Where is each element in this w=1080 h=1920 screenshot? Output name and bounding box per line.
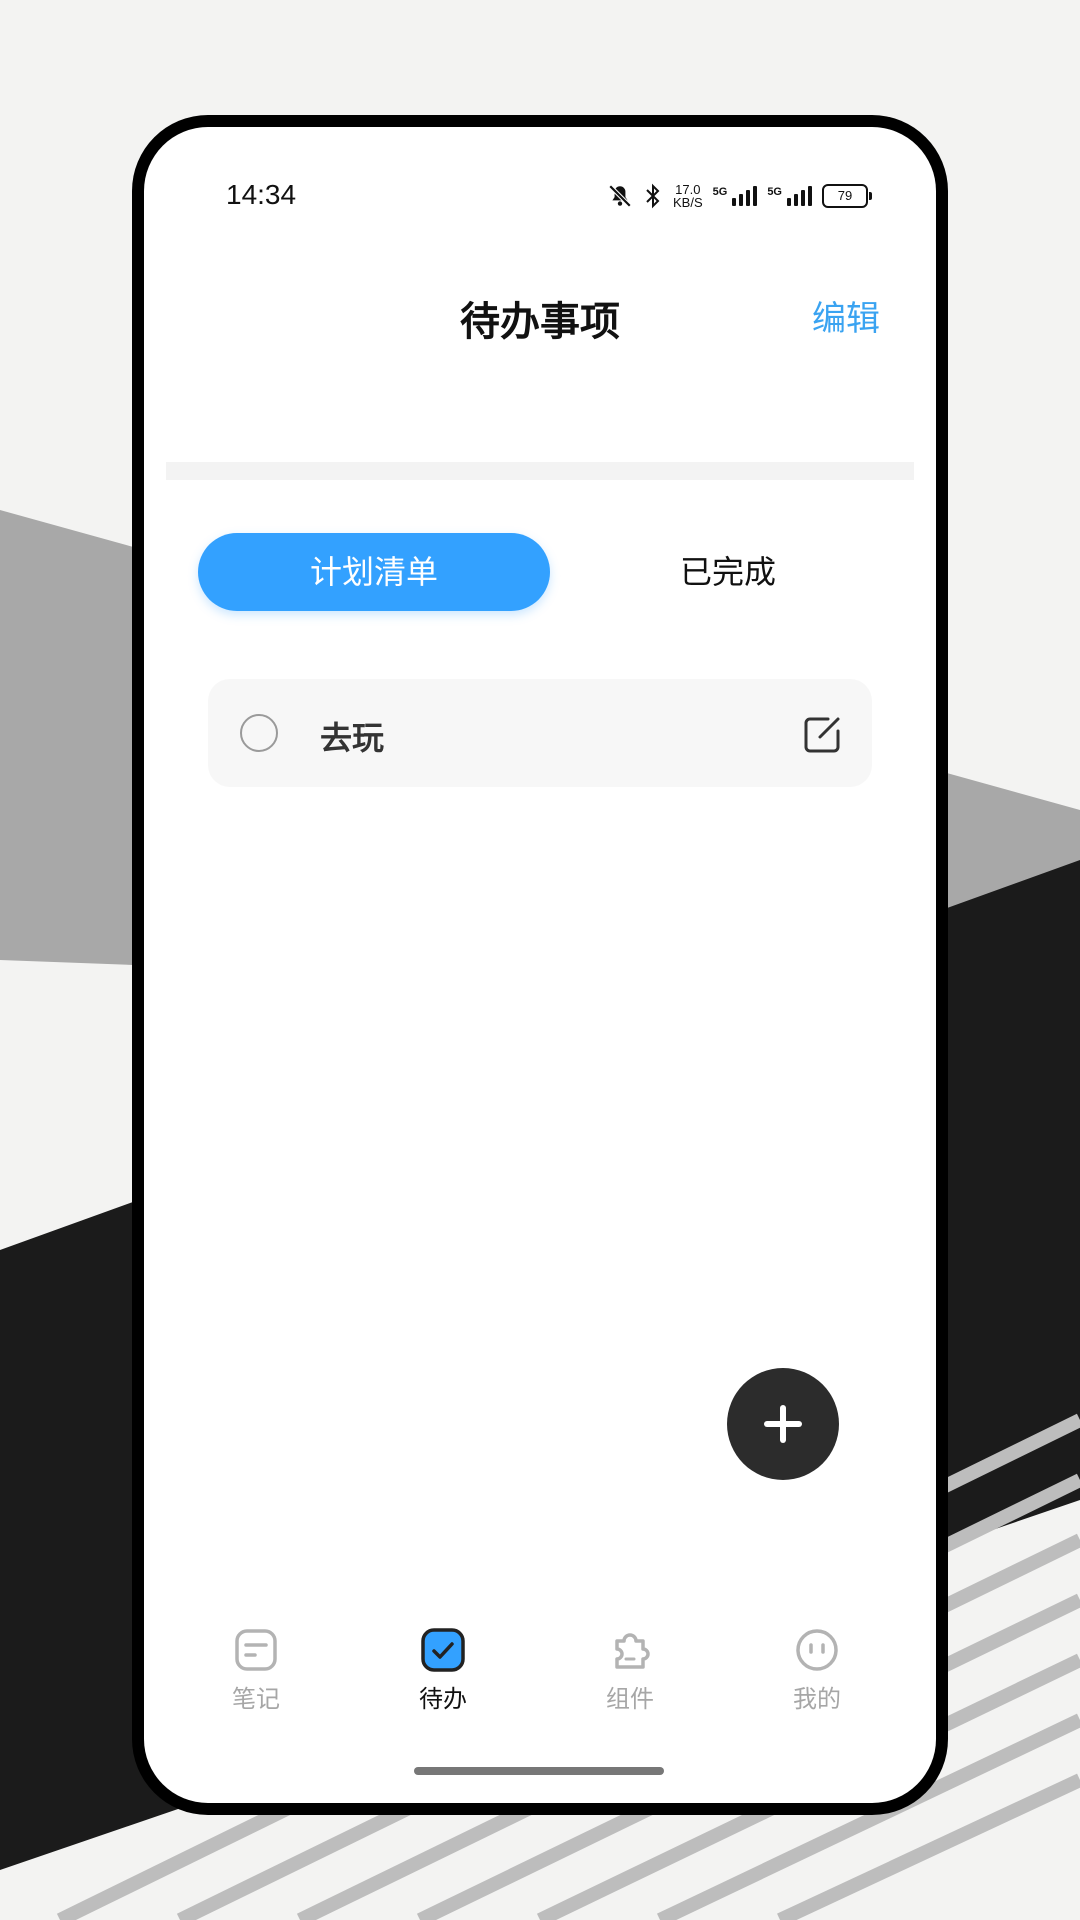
add-todo-button[interactable] <box>727 1368 839 1480</box>
app-screen: 14:34 17.0 KB/S 5G 5G 79 待办事项 编辑 计划清单 已完… <box>144 127 936 1803</box>
tab-completed[interactable]: 已完成 <box>588 533 868 611</box>
puzzle-icon <box>615 1633 650 1669</box>
plus-icon <box>764 1405 802 1443</box>
battery-icon: 79 <box>822 184 872 208</box>
notes-icon <box>235 1629 277 1671</box>
todo-check-icon <box>421 1628 465 1672</box>
signal-sim2-icon: 5G <box>767 186 812 206</box>
edit-button[interactable]: 编辑 <box>812 291 880 340</box>
signal-sim1-icon: 5G <box>713 186 758 206</box>
bottom-nav: 笔记 待办 组件 我的 <box>144 1627 936 1727</box>
page-header: 待办事项 编辑 <box>144 277 936 357</box>
home-indicator[interactable] <box>414 1767 664 1775</box>
nav-item-mine[interactable]: 我的 <box>757 1627 877 1714</box>
tab-plan-list[interactable]: 计划清单 <box>198 533 550 611</box>
status-bar: 14:34 17.0 KB/S 5G 5G 79 <box>144 179 936 219</box>
network-speed: 17.0 KB/S <box>673 182 703 210</box>
nav-item-todo[interactable]: 待办 <box>383 1627 503 1714</box>
todo-item[interactable]: 去玩 <box>208 679 872 787</box>
status-icons: 17.0 KB/S 5G 5G 79 <box>607 182 872 210</box>
todo-tabs: 计划清单 已完成 <box>198 533 898 611</box>
nav-item-notes[interactable]: 笔记 <box>196 1627 316 1714</box>
mute-bell-icon <box>608 184 632 208</box>
header-divider <box>166 462 914 480</box>
status-time: 14:34 <box>226 179 297 210</box>
todo-text: 去玩 <box>320 719 385 757</box>
nav-item-widgets[interactable]: 组件 <box>570 1627 690 1714</box>
todo-checkbox[interactable] <box>240 714 278 752</box>
edit-icon[interactable] <box>802 713 844 755</box>
bluetooth-icon <box>646 183 660 209</box>
phone-frame: 14:34 17.0 KB/S 5G 5G 79 待办事项 编辑 计划清单 已完… <box>132 115 948 1815</box>
face-icon <box>796 1629 838 1671</box>
